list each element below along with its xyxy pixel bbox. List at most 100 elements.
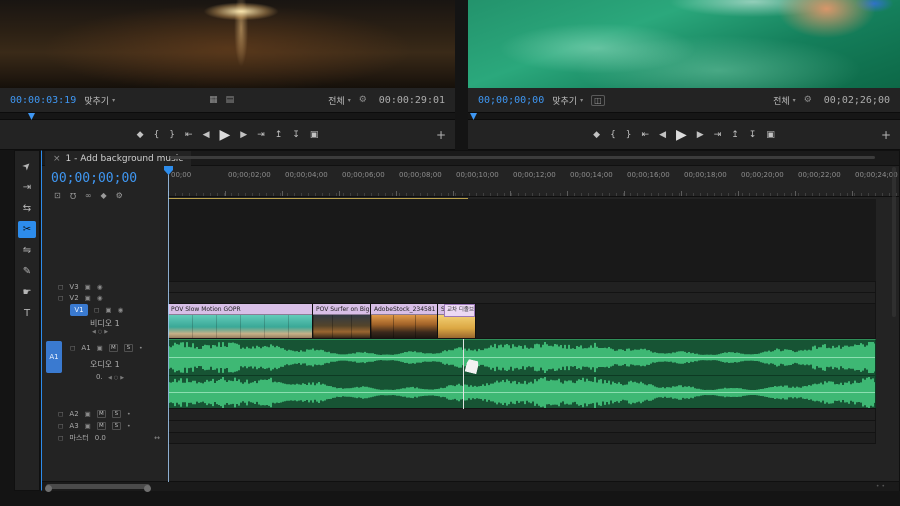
button-editor-icon[interactable]: ▤ <box>226 95 235 105</box>
track-target-v2[interactable]: V2 <box>69 294 78 302</box>
horizontal-scrollbar[interactable]: •• <box>42 481 899 492</box>
track-gain-a1[interactable]: 0. <box>96 373 103 381</box>
next-keyframe-icon[interactable]: ▶ <box>120 375 126 381</box>
go-to-in-button[interactable]: ⇤ <box>185 130 193 140</box>
timeline-settings-icon[interactable]: ⚙ <box>116 191 123 200</box>
program-scrubber[interactable] <box>468 112 900 120</box>
master-level[interactable]: 0.0 <box>95 434 106 442</box>
video-clip[interactable]: POV Surfer on Big Blue Oc <box>313 304 371 339</box>
nest-toggle-icon[interactable]: ⊡ <box>54 191 61 200</box>
safe-margins-icon[interactable]: ▦ <box>209 95 218 105</box>
transition-cross-dissolve[interactable]: 교차 디졸브 <box>444 304 475 317</box>
zoom-handle-right[interactable] <box>144 485 151 492</box>
record-arm-icon[interactable]: • <box>127 410 131 418</box>
eye-icon[interactable]: ◉ <box>97 294 103 302</box>
track-a2-content[interactable] <box>168 408 876 420</box>
button-editor-plus-button[interactable]: + <box>436 121 446 149</box>
eye-icon[interactable]: ◉ <box>118 306 124 314</box>
extract-button[interactable]: ↧ <box>749 130 757 140</box>
sync-lock-icon[interactable]: ▣ <box>85 410 91 418</box>
mute-button[interactable]: M <box>96 410 106 418</box>
timeline-playhead-timecode[interactable]: 00;00;00;00 <box>51 171 137 186</box>
record-arm-icon[interactable]: • <box>127 422 131 430</box>
sync-lock-icon[interactable]: ▣ <box>85 283 91 291</box>
play-button[interactable]: ▶ <box>220 127 231 143</box>
settings-wrench-icon[interactable]: ⚙ <box>359 95 367 105</box>
extract-button[interactable]: ↧ <box>292 130 300 140</box>
program-scrubber-playhead[interactable] <box>470 113 477 120</box>
hand-tool[interactable]: ☛ <box>18 284 36 301</box>
slip-tool[interactable]: ⇋ <box>18 242 36 259</box>
go-to-out-button[interactable]: ⇥ <box>714 130 722 140</box>
source-fit-dropdown[interactable]: 맞추기 ▾ <box>84 94 115 107</box>
export-frame-button[interactable]: ▣ <box>766 130 775 140</box>
close-icon[interactable]: × <box>53 154 61 164</box>
playhead-line[interactable] <box>168 166 169 482</box>
sync-lock-icon[interactable]: ▣ <box>85 294 91 302</box>
keyframe-controls[interactable]: ◀○▶ <box>108 375 126 381</box>
lift-button[interactable]: ↥ <box>275 130 283 140</box>
pen-tool[interactable]: ✎ <box>18 263 36 280</box>
timeline-zoom-scrollbar[interactable] <box>170 156 875 159</box>
mute-button[interactable]: M <box>96 422 106 430</box>
track-select-tool[interactable]: ⇥ <box>18 179 36 196</box>
step-back-button[interactable]: ◀ <box>659 130 666 140</box>
track-target-a2[interactable]: A2 <box>69 410 78 418</box>
track-a3-content[interactable] <box>168 420 876 432</box>
lock-icon[interactable]: ◻ <box>58 283 63 291</box>
video-clip[interactable]: POV Slow Motion GOPR <box>168 304 313 339</box>
button-editor-plus-button[interactable]: + <box>881 121 891 149</box>
track-v3-content[interactable] <box>168 281 876 292</box>
solo-button[interactable]: S <box>111 422 121 430</box>
source-resolution-dropdown[interactable]: 전체 ▾ <box>328 94 351 107</box>
lock-icon[interactable]: ◻ <box>70 344 75 352</box>
type-tool[interactable]: T <box>18 305 36 322</box>
mark-out-button[interactable]: } <box>169 130 175 140</box>
video-clip[interactable]: AdobeStock_234581 <box>371 304 438 339</box>
play-button[interactable]: ▶ <box>676 127 687 143</box>
sequence-tab[interactable]: × 1 - Add background music <box>45 151 192 166</box>
mute-button[interactable]: M <box>108 344 118 352</box>
go-to-in-button[interactable]: ⇤ <box>642 130 650 140</box>
eye-icon[interactable]: ◉ <box>97 283 103 291</box>
program-resolution-dropdown[interactable]: 전체 ▾ <box>773 94 796 107</box>
lock-icon[interactable]: ◻ <box>58 434 63 442</box>
track-a1-content[interactable] <box>168 338 876 409</box>
selection-tool[interactable]: ➤ <box>18 158 36 175</box>
track-v2-content[interactable] <box>168 292 876 303</box>
track-height-icon[interactable]: ↔ <box>154 434 160 442</box>
export-frame-button[interactable]: ▣ <box>310 130 319 140</box>
lock-icon[interactable]: ◻ <box>58 410 63 418</box>
razor-tool[interactable]: ✂ <box>18 221 36 238</box>
source-scrubber[interactable] <box>0 112 455 120</box>
source-patch-a1[interactable]: A1 <box>46 341 62 373</box>
add-marker-icon[interactable]: ◆ <box>101 191 107 200</box>
comparison-view-button[interactable]: ◫ <box>591 94 605 106</box>
program-fit-dropdown[interactable]: 맞추기 ▾ <box>552 94 583 107</box>
master-track-label[interactable]: 마스터 <box>69 433 88 443</box>
sync-lock-icon[interactable]: ▣ <box>85 422 91 430</box>
zoom-handle-left[interactable] <box>45 485 52 492</box>
horizontal-scrollbar-thumb[interactable] <box>45 484 151 492</box>
timeline-ruler[interactable]: 00;00 00;00;02;00 00;00;04;00 00;00;06;00 00… <box>168 166 899 197</box>
step-back-button[interactable]: ◀ <box>203 130 210 140</box>
add-marker-button[interactable]: ◆ <box>593 130 600 140</box>
track-name-a1[interactable]: 오디오 1 <box>90 359 120 370</box>
track-target-a1[interactable]: A1 <box>81 344 90 352</box>
mark-in-button[interactable]: { <box>610 130 616 140</box>
sync-lock-icon[interactable]: ▣ <box>105 306 111 314</box>
source-scrubber-playhead[interactable] <box>28 113 35 120</box>
step-forward-button[interactable]: ▶ <box>240 130 247 140</box>
audio-clip[interactable] <box>168 339 876 409</box>
next-keyframe-icon[interactable]: ▶ <box>104 329 110 335</box>
step-forward-button[interactable]: ▶ <box>697 130 704 140</box>
snap-icon[interactable]: Ω <box>70 191 76 200</box>
track-target-a3[interactable]: A3 <box>69 422 78 430</box>
keyframe-controls[interactable]: ◀○▶ <box>92 329 110 335</box>
lock-icon[interactable]: ◻ <box>94 306 99 314</box>
track-v1-content[interactable]: POV Slow Motion GOPRPOV Surfer on Big Bl… <box>168 303 876 339</box>
go-to-out-button[interactable]: ⇥ <box>257 130 265 140</box>
source-patch-v1[interactable]: V1 <box>70 304 88 316</box>
lock-icon[interactable]: ◻ <box>58 294 63 302</box>
track-target-v3[interactable]: V3 <box>69 283 78 291</box>
